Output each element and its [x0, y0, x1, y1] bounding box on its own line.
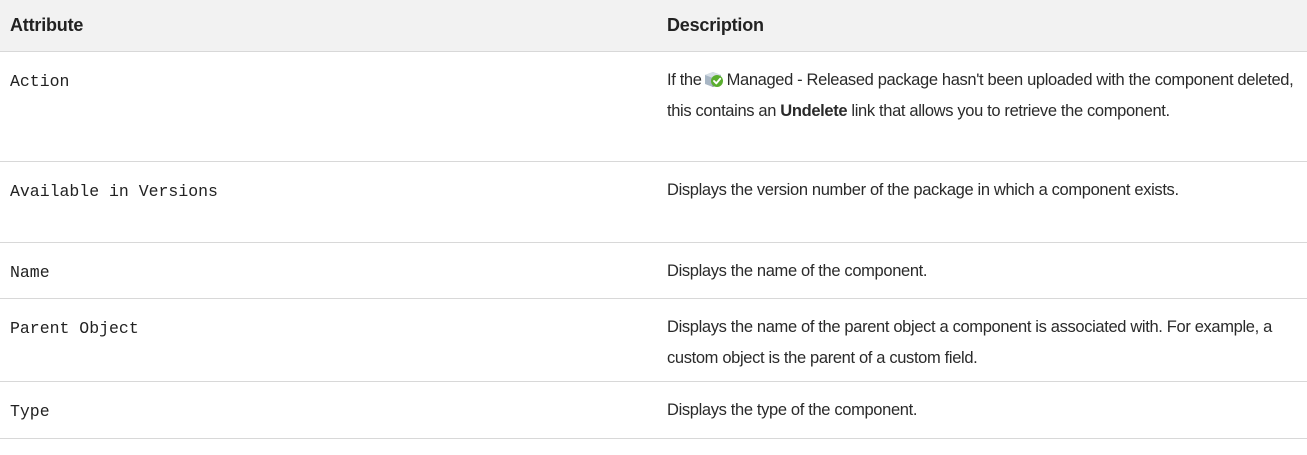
attribute-cell: Name [0, 242, 655, 299]
table-body: Action If the Managed - Released package… [0, 51, 1307, 439]
description-cell: If the Managed - Released package hasn't… [655, 51, 1307, 162]
table-row: Action If the Managed - Released package… [0, 51, 1307, 162]
description-cell: Displays the type of the component. [655, 381, 1307, 439]
table-row: Type Displays the type of the component. [0, 381, 1307, 439]
table-row: Parent Object Displays the name of the p… [0, 298, 1307, 382]
table-row: Name Displays the name of the component. [0, 242, 1307, 299]
managed-released-package-icon [704, 72, 723, 87]
attribute-cell: Available in Versions [0, 161, 655, 243]
table-row: Available in Versions Displays the versi… [0, 161, 1307, 243]
attribute-column-header: Attribute [0, 0, 655, 52]
header-row: Attribute Description [0, 0, 1307, 52]
attribute-cell: Type [0, 381, 655, 439]
description-cell: Displays the name of the component. [655, 242, 1307, 299]
attribute-cell: Action [0, 51, 655, 162]
attributes-table: Attribute Description Action If the Mana… [0, 0, 1307, 439]
description-text-start: If the [667, 71, 702, 89]
description-column-header: Description [655, 0, 1307, 52]
description-text-end: link that allows you to retrieve the com… [851, 102, 1170, 120]
undelete-link-label: Undelete [780, 102, 848, 120]
description-cell: Displays the name of the parent object a… [655, 298, 1307, 382]
description-cell: Displays the version number of the packa… [655, 161, 1307, 243]
table-header: Attribute Description [0, 0, 1307, 52]
attribute-cell: Parent Object [0, 298, 655, 382]
